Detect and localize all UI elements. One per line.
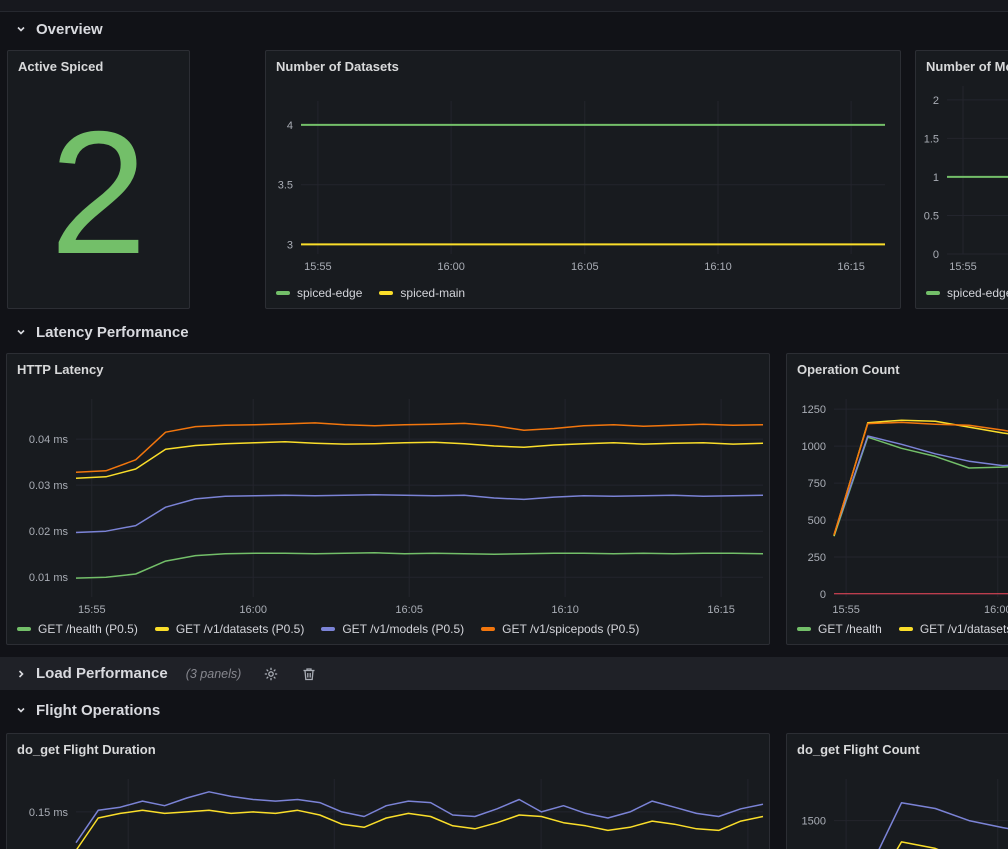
svg-text:15:55: 15:55: [832, 604, 860, 616]
svg-text:1.5: 1.5: [924, 133, 939, 145]
svg-text:16:10: 16:10: [551, 604, 579, 616]
svg-text:15:55: 15:55: [949, 261, 977, 273]
panel-flight-duration: do_get Flight Duration 0.05 ms0.10 ms0.1…: [6, 733, 770, 849]
panel-operation-count: Operation Count 02505007501000125015:551…: [786, 353, 1008, 645]
number-of-models-chart[interactable]: 00.511.5215:5516:0016:0516:1016:15: [916, 51, 1008, 310]
svg-text:750: 750: [808, 478, 826, 490]
chart-legend: GET /healthGET /v1/datasetsGET /v1/model…: [797, 622, 1008, 636]
svg-text:15:55: 15:55: [78, 604, 106, 616]
svg-text:4: 4: [287, 120, 293, 132]
legend-item[interactable]: spiced-edge: [926, 286, 1008, 300]
panel-title[interactable]: Active Spiced: [18, 59, 103, 74]
chevron-down-icon: [15, 23, 27, 35]
panel-count-label: (3 panels): [186, 667, 242, 681]
svg-text:16:05: 16:05: [571, 261, 599, 273]
gear-icon[interactable]: [263, 666, 279, 682]
svg-text:16:05: 16:05: [395, 604, 423, 616]
legend-item[interactable]: GET /v1/datasets: [899, 622, 1008, 636]
svg-text:16:15: 16:15: [837, 261, 865, 273]
svg-text:1000: 1000: [802, 441, 826, 453]
section-title-load-performance: Load Performance: [36, 665, 168, 682]
legend-item[interactable]: spiced-main: [379, 286, 465, 300]
svg-text:3.5: 3.5: [278, 180, 293, 192]
svg-text:0: 0: [820, 589, 826, 601]
svg-text:1: 1: [933, 172, 939, 184]
chevron-right-icon: [15, 668, 27, 680]
stat-value-wrap: 2: [8, 79, 189, 308]
chart-legend: GET /health (P0.5) GET /v1/datasets (P0.5…: [17, 622, 639, 636]
svg-text:500: 500: [808, 515, 826, 527]
chart-legend: spiced-edge spiced-main: [276, 286, 465, 300]
legend-item[interactable]: spiced-edge: [276, 286, 362, 300]
svg-text:3: 3: [287, 239, 293, 251]
panel-number-of-datasets: Number of Datasets 33.5415:5516:0016:051…: [265, 50, 901, 309]
svg-text:16:00: 16:00: [984, 604, 1008, 616]
operation-count-chart[interactable]: 02505007501000125015:5516:0016:0516:1016…: [787, 354, 1008, 646]
svg-text:16:00: 16:00: [437, 261, 465, 273]
legend-item[interactable]: GET /v1/spicepods (P0.5): [481, 622, 639, 636]
panel-active-spiced: Active Spiced 2: [7, 50, 190, 309]
http-latency-chart[interactable]: 0.01 ms 0.02 ms 0.03 ms 0.04 ms 15:55 16:00 16…: [7, 354, 771, 646]
svg-text:15:55: 15:55: [304, 261, 332, 273]
svg-text:16:15: 16:15: [707, 604, 735, 616]
section-row-latency-performance[interactable]: Latency Performance: [0, 317, 1008, 347]
legend-item[interactable]: GET /v1/datasets (P0.5): [155, 622, 305, 636]
svg-text:16:00: 16:00: [239, 604, 267, 616]
svg-text:0.04 ms: 0.04 ms: [29, 434, 69, 446]
svg-text:16:10: 16:10: [704, 261, 732, 273]
svg-text:0.15 ms: 0.15 ms: [29, 807, 69, 819]
chart-legend: spiced-edgespiced-main: [926, 286, 1008, 300]
chevron-down-icon: [15, 326, 27, 338]
svg-text:0.5: 0.5: [924, 211, 939, 223]
svg-text:1250: 1250: [802, 404, 826, 416]
svg-text:0.01 ms: 0.01 ms: [29, 572, 69, 584]
flight-duration-chart[interactable]: 0.05 ms0.10 ms0.15 ms16:0016:0516:1016:1…: [7, 734, 771, 849]
svg-text:250: 250: [808, 552, 826, 564]
number-of-datasets-chart[interactable]: 3 3.5 4 15:55 16:00 16:05 16:10 16:15: [266, 51, 902, 310]
svg-text:0: 0: [933, 249, 939, 261]
svg-text:1500: 1500: [802, 816, 826, 828]
flight-count-chart[interactable]: 5001000150015:5516:0016:0516:1016:15: [787, 734, 1008, 849]
legend-item[interactable]: GET /health: [797, 622, 882, 636]
section-title-latency-performance: Latency Performance: [36, 324, 189, 341]
section-title-overview: Overview: [36, 21, 103, 38]
panel-http-latency: HTTP Latency 0.01 ms0.02 ms0.03 ms0.04 m…: [6, 353, 770, 645]
svg-text:2: 2: [933, 95, 939, 107]
section-row-flight-operations[interactable]: Flight Operations: [0, 695, 1008, 725]
top-toolbar-edge: [0, 0, 1008, 12]
legend-item[interactable]: GET /health (P0.5): [17, 622, 138, 636]
trash-icon[interactable]: [301, 666, 317, 682]
legend-item[interactable]: GET /v1/models (P0.5): [321, 622, 464, 636]
section-title-flight-operations: Flight Operations: [36, 702, 160, 719]
section-row-load-performance[interactable]: Load Performance (3 panels): [0, 657, 1008, 690]
stat-value: 2: [50, 106, 147, 281]
section-row-overview[interactable]: Overview: [0, 13, 1008, 45]
svg-text:0.02 ms: 0.02 ms: [29, 526, 69, 538]
svg-text:0.03 ms: 0.03 ms: [29, 480, 69, 492]
chevron-down-icon: [15, 704, 27, 716]
panel-number-of-models: Number of Models 00.511.5215:5516:0016:0…: [915, 50, 1008, 309]
panel-flight-count: do_get Flight Count 5001000150015:5516:0…: [786, 733, 1008, 849]
